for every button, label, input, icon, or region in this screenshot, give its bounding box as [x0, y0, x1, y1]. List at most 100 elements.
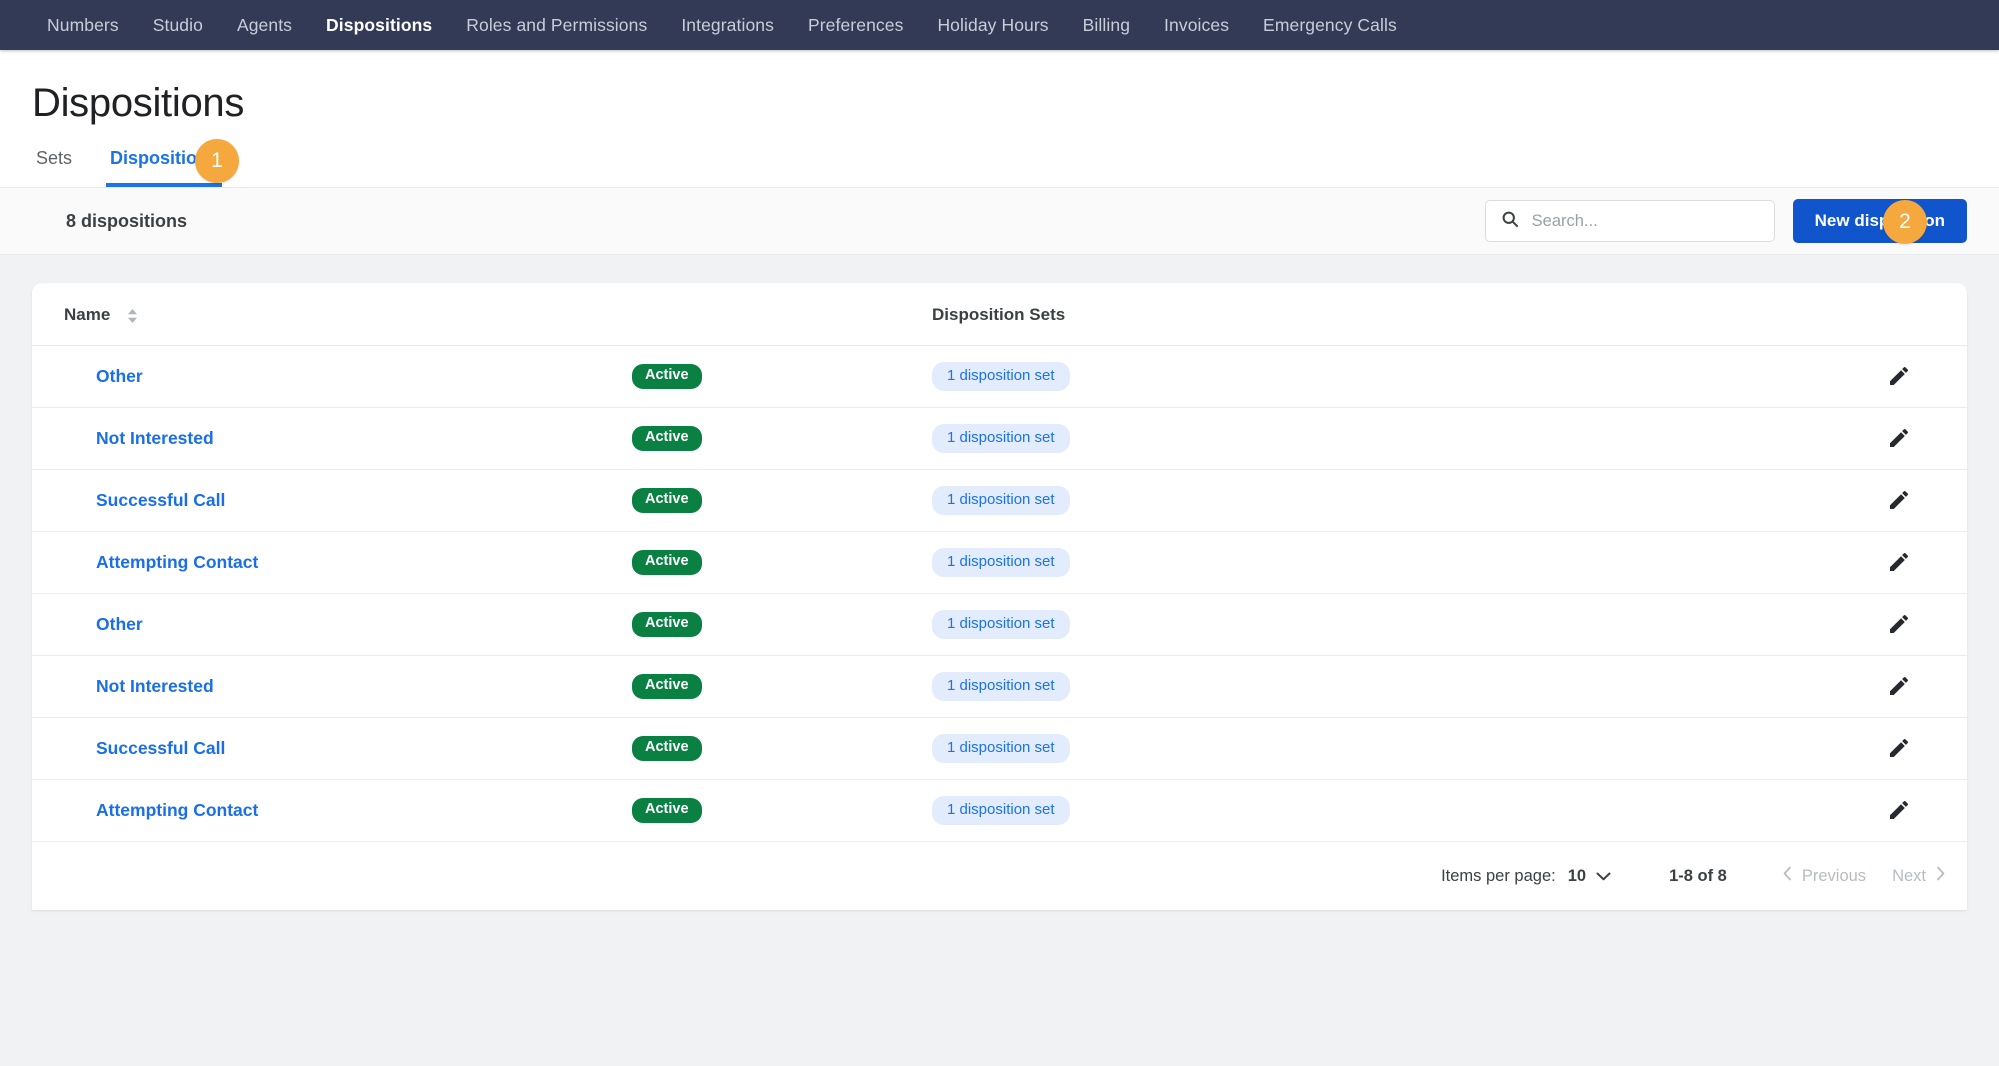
status-badge: Active [632, 488, 702, 513]
cell-disposition-sets: 1 disposition set [932, 779, 1492, 842]
table-row: Other Active 1 disposition set [32, 345, 1967, 408]
pencil-icon [1887, 490, 1911, 515]
nav-item-studio[interactable]: Studio [136, 0, 220, 50]
nav-item-holiday-hours[interactable]: Holiday Hours [920, 0, 1065, 50]
chevron-left-icon [1783, 866, 1792, 886]
nav-item-dispositions[interactable]: Dispositions [309, 0, 449, 50]
dispositions-count-label: 8 dispositions [66, 210, 188, 231]
table-row: Not Interested Active 1 disposition set [32, 655, 1967, 718]
table-body: Other Active 1 disposition set Not Interest… [32, 345, 1967, 842]
disposition-name-link[interactable]: Attempting Contact [64, 800, 258, 820]
disposition-name-link[interactable]: Successful Call [64, 490, 225, 510]
cell-actions [1492, 407, 1967, 470]
disposition-name-link[interactable]: Other [64, 614, 143, 634]
disposition-name-link[interactable]: Attempting Contact [64, 552, 258, 572]
items-per-page-label: Items per page: [1441, 866, 1556, 885]
nav-item-roles-and-permissions[interactable]: Roles and Permissions [449, 0, 664, 50]
table-head: Name Disposition Sets [32, 283, 1967, 346]
cell-actions [1492, 593, 1967, 656]
cell-actions [1492, 469, 1967, 532]
edit-disposition-button[interactable] [1883, 732, 1915, 764]
cell-disposition-sets: 1 disposition set [932, 531, 1492, 594]
disposition-set-chip[interactable]: 1 disposition set [932, 671, 1070, 702]
search-box[interactable] [1484, 200, 1775, 242]
edit-disposition-button[interactable] [1883, 422, 1915, 454]
pagination-range-label: 1-8 of 8 [1669, 866, 1727, 885]
paginator: Items per page: 10 1-8 of 8 Previous Nex… [32, 842, 1967, 910]
cell-name: Other [32, 345, 632, 408]
disposition-set-chip[interactable]: 1 disposition set [932, 547, 1070, 578]
disposition-set-chip[interactable]: 1 disposition set [932, 609, 1070, 640]
disposition-name-link[interactable]: Other [64, 366, 143, 386]
new-disposition-button[interactable]: New disposition [1792, 199, 1967, 243]
edit-disposition-button[interactable] [1883, 670, 1915, 702]
edit-disposition-button[interactable] [1883, 794, 1915, 826]
edit-disposition-button[interactable] [1883, 608, 1915, 640]
disposition-set-chip[interactable]: 1 disposition set [932, 733, 1070, 764]
cell-disposition-sets: 1 disposition set [932, 593, 1492, 656]
edit-disposition-button[interactable] [1883, 484, 1915, 516]
search-icon [1500, 209, 1520, 234]
table-toolbar: 8 dispositions New disposition [0, 187, 1999, 255]
status-badge: Active [632, 426, 702, 451]
nav-item-integrations[interactable]: Integrations [664, 0, 791, 50]
table-row: Other Active 1 disposition set [32, 593, 1967, 656]
disposition-set-chip[interactable]: 1 disposition set [932, 423, 1070, 454]
table-card-wrapper: Name Disposition Sets Other Active 1 dispo… [0, 255, 1999, 910]
tab-sets[interactable]: Sets [32, 148, 76, 187]
cell-actions [1492, 531, 1967, 594]
disposition-name-link[interactable]: Not Interested [64, 428, 214, 448]
cell-disposition-sets: 1 disposition set [932, 469, 1492, 532]
nav-item-emergency-calls[interactable]: Emergency Calls [1246, 0, 1414, 50]
cell-actions [1492, 345, 1967, 408]
cell-status: Active [632, 469, 932, 532]
previous-page-label: Previous [1801, 866, 1867, 885]
table-row: Successful Call Active 1 disposition set [32, 469, 1967, 532]
items-per-page-value: 10 [1567, 866, 1587, 885]
dispositions-table: Name Disposition Sets Other Active 1 dispo… [32, 283, 1967, 842]
pencil-icon [1887, 366, 1911, 391]
sort-updown-icon[interactable] [127, 308, 138, 324]
disposition-name-link[interactable]: Not Interested [64, 676, 214, 696]
table-header-row: Name Disposition Sets [32, 283, 1967, 346]
next-page-button[interactable]: Next [1892, 866, 1945, 886]
column-header-disposition-sets: Disposition Sets [932, 283, 1492, 346]
nav-item-preferences[interactable]: Preferences [791, 0, 920, 50]
edit-disposition-button[interactable] [1883, 360, 1915, 392]
status-badge: Active [632, 674, 702, 699]
disposition-set-chip[interactable]: 1 disposition set [932, 361, 1070, 392]
disposition-set-chip[interactable]: 1 disposition set [932, 485, 1070, 516]
items-per-page-select[interactable]: 10 [1568, 867, 1611, 886]
cell-status: Active [632, 717, 932, 780]
cell-name: Attempting Contact [32, 779, 632, 842]
cell-actions [1492, 655, 1967, 718]
page-title: Dispositions [32, 81, 245, 125]
previous-page-button[interactable]: Previous [1783, 866, 1866, 886]
cell-name: Successful Call [32, 469, 632, 532]
chevron-down-icon [1596, 867, 1611, 886]
cell-name: Attempting Contact [32, 531, 632, 594]
table-row: Attempting Contact Active 1 disposition se… [32, 779, 1967, 842]
nav-item-billing[interactable]: Billing [1066, 0, 1147, 50]
cell-actions [1492, 717, 1967, 780]
disposition-name-link[interactable]: Successful Call [64, 738, 225, 758]
status-badge: Active [632, 736, 702, 761]
status-badge: Active [632, 612, 702, 637]
search-input[interactable] [1531, 211, 1760, 231]
top-navigation-bar: Numbers Studio Agents Dispositions Roles… [0, 0, 1999, 50]
nav-item-agents[interactable]: Agents [220, 0, 309, 50]
cell-disposition-sets: 1 disposition set [932, 717, 1492, 780]
disposition-set-chip[interactable]: 1 disposition set [932, 795, 1070, 826]
pencil-icon [1887, 614, 1911, 639]
next-page-label: Next [1892, 866, 1926, 885]
nav-item-numbers[interactable]: Numbers [30, 0, 136, 50]
edit-disposition-button[interactable] [1883, 546, 1915, 578]
cell-status: Active [632, 779, 932, 842]
column-header-name[interactable]: Name [32, 283, 632, 346]
pencil-icon [1887, 552, 1911, 577]
cell-actions [1492, 779, 1967, 842]
dispositions-table-card: Name Disposition Sets Other Active 1 dispo… [32, 283, 1967, 910]
status-badge: Active [632, 364, 702, 389]
pencil-icon [1887, 738, 1911, 763]
nav-item-invoices[interactable]: Invoices [1147, 0, 1246, 50]
